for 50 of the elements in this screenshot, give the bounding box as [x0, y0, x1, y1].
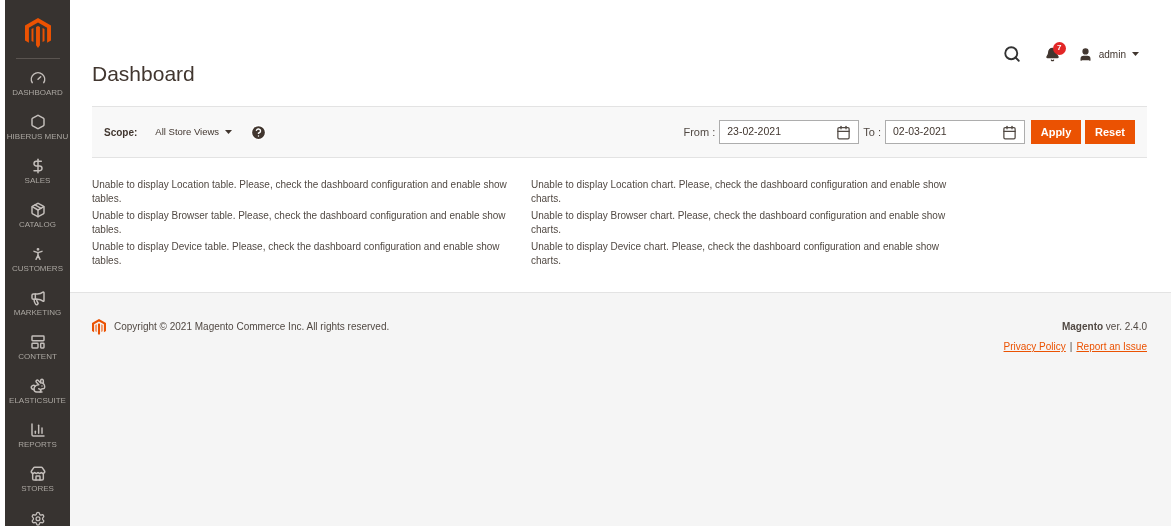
layout-icon	[29, 333, 46, 350]
box-icon	[29, 201, 46, 218]
copyright-text: Copyright © 2021 Magento Commerce Inc. All rights reserved.	[114, 320, 390, 334]
user-menu[interactable]: admin	[1077, 46, 1139, 62]
to-label: To :	[863, 124, 881, 140]
magento-logo-icon	[24, 18, 51, 48]
message-text: Unable to display Browser chart. Please, check the dashboard configuration and enable show charts.	[531, 209, 947, 237]
message-text: Unable to display Device chart. Please, check the dashboard configuration and enable show charts.	[531, 240, 941, 268]
from-date-field[interactable]: 23-02-2021	[719, 120, 860, 144]
scope-dropdown[interactable]: All Store Views	[155, 124, 233, 140]
separator-text: |	[1069, 340, 1073, 354]
message-text: Unable to display Location chart. Please, check the dashboard configuration and enable show charts.	[531, 178, 948, 206]
privacy-policy-link[interactable]: Privacy Policy	[1003, 339, 1066, 354]
sidebar-item[interactable]: HIBERUS MENU	[5, 112, 70, 157]
reset-button[interactable]: Reset	[1085, 120, 1135, 144]
magento-logo-icon	[92, 319, 106, 336]
sidebar-item[interactable]: CONTENT	[5, 332, 70, 377]
message-text: Unable to display Device table. Please, check the dashboard configuration and enable show tables.	[92, 240, 501, 268]
sidebar-item[interactable]: CATALOG	[5, 200, 70, 245]
user-icon	[1077, 46, 1093, 62]
sidebar-item[interactable]: MARKETING	[5, 288, 70, 333]
report-issue-link[interactable]: Report an Issue	[1076, 339, 1147, 354]
sidebar-item[interactable]: SALES	[5, 156, 70, 201]
notification-badge: 7	[1052, 41, 1066, 55]
gauge-icon	[29, 69, 46, 86]
rabbit-icon	[29, 377, 46, 394]
search-icon[interactable]	[1002, 45, 1021, 63]
message-text: Unable to display Browser table. Please, check the dashboard configuration and enable show tables.	[92, 209, 507, 237]
bar-chart-icon	[29, 421, 46, 438]
calendar-icon[interactable]	[1002, 124, 1017, 140]
settings-icon[interactable]	[29, 510, 46, 526]
megaphone-icon	[29, 289, 46, 306]
sidebar-item[interactable]: STORES	[5, 464, 70, 509]
sidebar-item[interactable]: CUSTOMERS	[5, 244, 70, 289]
to-date-field[interactable]: 02-03-2021	[885, 120, 1025, 144]
apply-button[interactable]: Apply	[1031, 120, 1081, 144]
sidebar-item[interactable]: DASHBOARD	[5, 68, 70, 113]
hexagon-icon	[29, 113, 46, 130]
help-icon[interactable]	[250, 123, 268, 141]
sidebar-item[interactable]: ELASTICSUITE	[5, 376, 70, 421]
sidebar-item[interactable]: REPORTS	[5, 420, 70, 465]
caret-icon	[1132, 52, 1139, 56]
caret-icon	[225, 130, 233, 134]
message-text: Unable to display Location table. Please, check the dashboard configuration and enable show tables.	[92, 178, 508, 206]
store-icon	[29, 465, 46, 482]
calendar-icon[interactable]	[836, 124, 852, 140]
scope-label: Scope:	[104, 125, 138, 140]
from-label: From :	[683, 124, 716, 140]
page-title: Dashboard	[92, 61, 195, 88]
version-text: Magento ver. 2.4.0	[1061, 320, 1147, 334]
